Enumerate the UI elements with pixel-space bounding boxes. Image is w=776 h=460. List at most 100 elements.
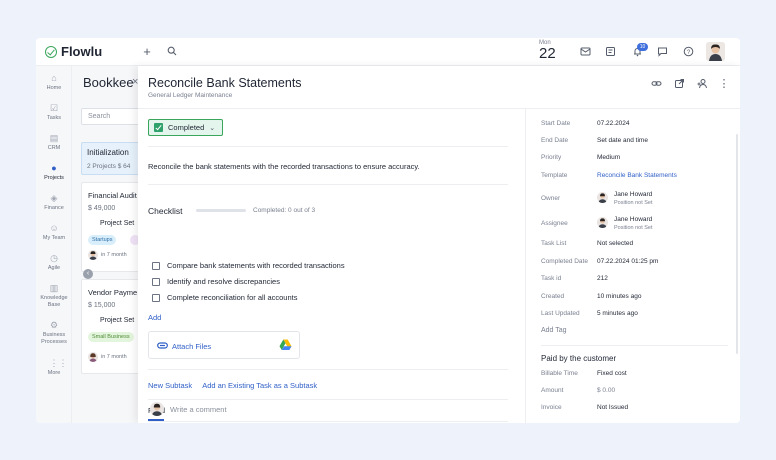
attach-files-label: Attach Files [172,342,212,351]
avatar [88,250,98,260]
property-label: Task id [541,275,562,282]
project-card[interactable]: Vendor Payme $ 15,000 Project Set Small … [81,279,141,374]
person-role: Position not Set [614,200,653,206]
sidebar-item-more[interactable]: ⋮⋮ More [36,359,72,377]
divider [148,399,508,400]
more-options-icon[interactable]: ⋮ [718,78,730,90]
sidebar-item-finance[interactable]: ◈ Finance [36,194,72,212]
sidebar-item-label: Agile [47,265,61,271]
status-dropdown[interactable]: Completed ⌄ [148,119,223,136]
help-icon[interactable]: ? [682,46,694,58]
task-description[interactable]: Reconcile the bank statements with the r… [148,162,420,171]
sidebar-item-agile[interactable]: ◷ Agile [36,254,72,272]
owner-person[interactable]: Jane Howard Position not Set [597,191,653,207]
collapse-panel-icon[interactable]: ‹ [83,269,93,279]
subtask-actions: New Subtask Add an Existing Task as a Su… [148,381,317,390]
task-title[interactable]: Reconcile Bank Statements [148,76,302,90]
checklist-item-label: Identify and resolve discrepancies [167,277,280,286]
divider [148,421,508,422]
property-label: Completed Date [541,258,588,265]
agile-icon: ◷ [50,253,58,263]
property-label: Start Date [541,120,571,127]
property-value: 212 [597,275,608,282]
project-card-stage: Project Set [100,317,135,324]
project-card-due: in 7 month [101,354,127,360]
checklist-item[interactable]: Complete reconciliation for all accounts [152,293,297,302]
scrollbar[interactable] [736,134,738,354]
project-card[interactable]: Financial Audit $ 49,000 Project Set Sta… [81,182,141,272]
property-value: Set date and time [597,137,648,144]
sidebar-item-tasks[interactable]: ☑ Tasks [36,104,72,122]
board-title: Bookkee [83,75,134,90]
paperclip-icon [157,341,168,352]
stage-title: Initialization [87,148,129,157]
task-detail-panel: Reconcile Bank Statements General Ledger… [138,66,740,423]
property-label: End Date [541,137,569,144]
divider [148,146,508,147]
checkbox[interactable] [152,261,160,270]
comment-input[interactable]: Write a comment [170,405,227,414]
project-card-amount: $ 49,000 [88,205,116,212]
search-icon[interactable] [166,46,178,58]
property-value: Not selected [597,240,634,247]
projects-icon: ● [51,163,57,173]
sidebar-item-business-processes[interactable]: ⚙ Business Processes [36,321,72,345]
property-value: 10 minutes ago [597,293,642,300]
google-drive-icon[interactable] [279,339,292,351]
property-label: Assignee [541,220,568,227]
property-value[interactable]: Reconcile Bank Statements [597,172,677,179]
sidebar-item-label: My Team [42,235,66,241]
board-search-input[interactable]: Search [81,108,141,125]
day-number: 22 [539,45,556,62]
link-icon[interactable] [650,78,662,90]
user-avatar[interactable] [706,42,725,61]
sidebar: ⌂ Home ☑ Tasks ▤ CRM ● Projects ◈ Finance ☺ My… [36,66,72,423]
task-subtitle[interactable]: General Ledger Maintenance [148,92,232,99]
checklist-item[interactable]: Identify and resolve discrepancies [152,277,280,286]
divider [148,369,508,370]
logo-check-icon [45,45,57,58]
add-tag-link[interactable]: Add Tag [541,327,567,334]
add-follower-icon[interactable] [696,78,708,90]
checkbox[interactable] [152,293,160,302]
more-icon: ⋮⋮ [49,358,68,368]
add-existing-subtask-link[interactable]: Add an Existing Task as a Subtask [202,381,317,390]
sidebar-item-home[interactable]: ⌂ Home [36,74,72,92]
sidebar-item-knowledge-base[interactable]: ▥ Knowledge Base [36,284,72,308]
sidebar-item-crm[interactable]: ▤ CRM [36,134,72,152]
new-subtask-link[interactable]: New Subtask [148,381,192,390]
project-card-meta: in 7 month [88,250,127,260]
project-tag: Small Business [88,332,134,342]
property-value: 07.22.2024 01:25 pm [597,258,659,265]
sidebar-item-my-team[interactable]: ☺ My Team [36,224,72,242]
stage-initialization[interactable]: Initialization 2 Projects $ 64 [81,142,141,175]
sidebar-item-projects[interactable]: ● Projects [36,164,72,182]
project-card-stage: Project Set [100,220,135,227]
property-value: Not Issued [597,404,629,411]
mail-icon[interactable] [579,46,591,58]
comment-box[interactable]: Write a comment [150,402,227,416]
property-label: Template [541,172,568,179]
logo[interactable]: Flowlu [45,44,102,59]
notes-icon[interactable] [604,46,616,58]
add-checklist-item-link[interactable]: Add [148,313,161,322]
plus-icon[interactable]: + [141,45,153,58]
checkbox[interactable] [152,277,160,286]
project-card-amount: $ 15,000 [88,302,116,309]
divider [148,184,508,185]
assignee-person[interactable]: Jane Howard Position not Set [597,216,653,232]
divider [541,345,728,346]
property-label: Last Updated [541,310,580,317]
property-label: Owner [541,195,561,202]
checklist-status: Completed: 0 out of 3 [253,207,316,214]
checklist-item[interactable]: Compare bank statements with recorded tr… [152,261,345,270]
project-card-meta: in 7 month [88,352,127,362]
chat-icon[interactable] [656,46,668,58]
attach-files-area[interactable]: Attach Files [148,331,300,359]
property-value: Medium [597,154,621,161]
property-label: Task List [541,240,567,247]
open-external-icon[interactable] [673,78,685,90]
calendar-date[interactable]: Mon 22 [539,40,556,61]
project-card-due: in 7 month [101,252,127,258]
person-name: Jane Howard [614,191,653,198]
